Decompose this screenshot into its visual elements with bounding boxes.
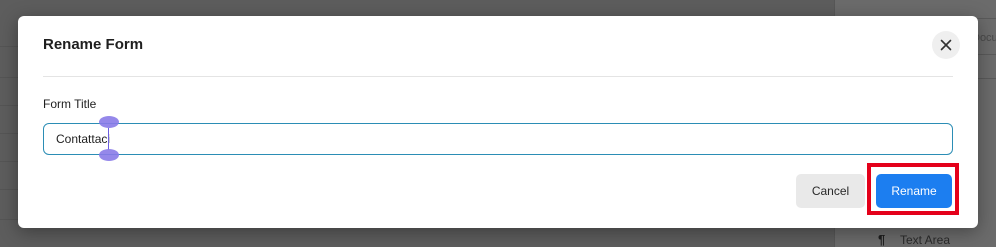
rename-form-dialog: Rename Form Form Title Cancel Rename — [18, 16, 978, 228]
dialog-title: Rename Form — [43, 36, 144, 53]
text-selection-handle-bottom[interactable] — [99, 149, 119, 161]
form-title-input[interactable] — [43, 123, 953, 155]
text-selection-handle-top[interactable] — [99, 116, 119, 128]
cancel-button[interactable]: Cancel — [796, 174, 865, 208]
close-icon — [940, 39, 952, 51]
dialog-header-divider — [43, 76, 953, 77]
close-button[interactable] — [932, 31, 960, 59]
paragraph-icon: ¶ — [878, 232, 886, 247]
form-title-label: Form Title — [43, 97, 97, 111]
background-panel-item-label: Text Area — [900, 233, 951, 247]
rename-button-highlight — [867, 163, 959, 215]
text-cursor — [108, 128, 109, 150]
